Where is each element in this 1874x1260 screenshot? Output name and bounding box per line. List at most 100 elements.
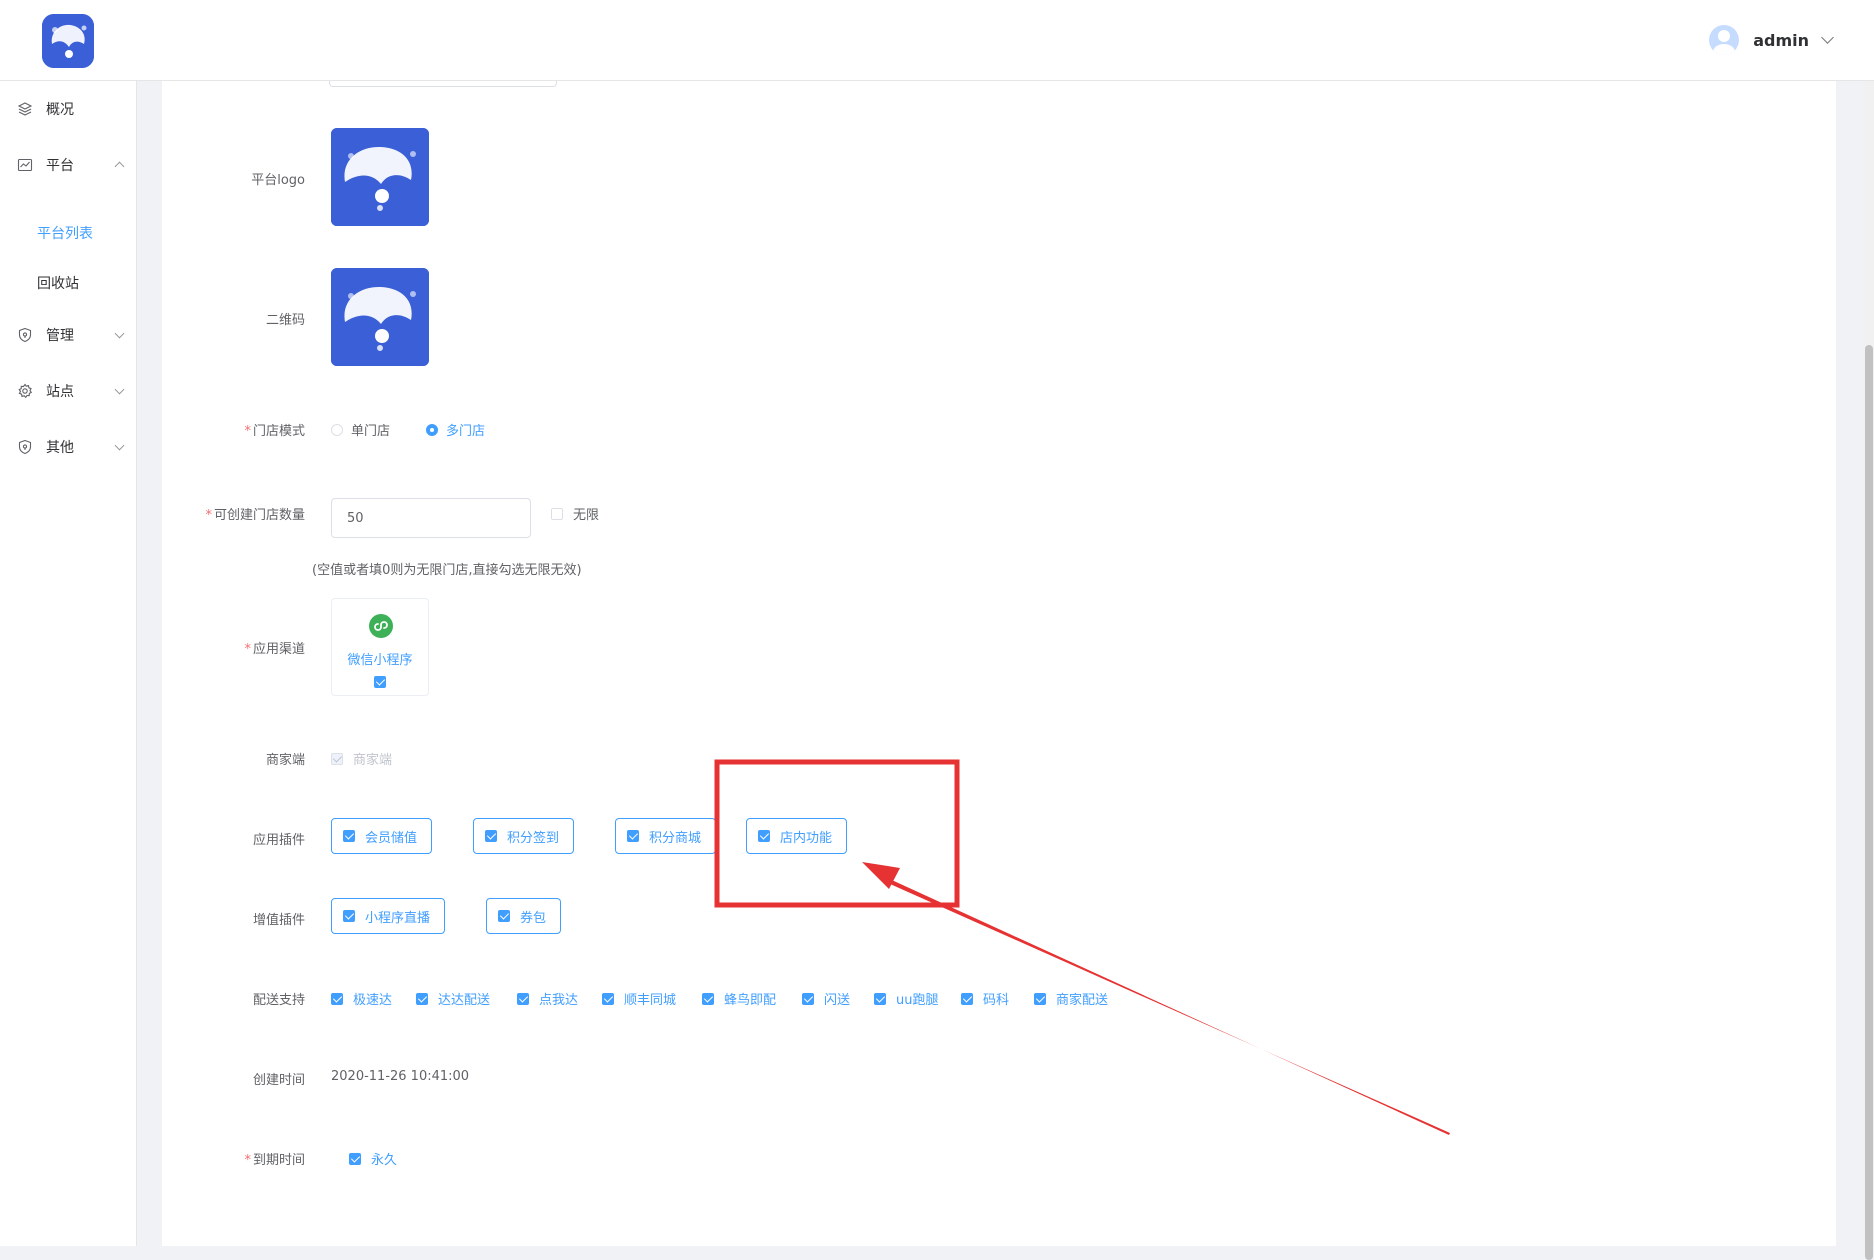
radio-label: 单门店 <box>351 424 391 439</box>
plugin-in-store-functions[interactable]: 店内功能 <box>746 818 848 854</box>
main-content: 平台logo 二维码 * 门店模式 单门店 多门店 * 可创建门店数量 50 无… <box>162 72 1836 1246</box>
radio-circle <box>331 423 343 436</box>
checkbox-box <box>961 992 973 1005</box>
required-mark: * <box>244 424 251 439</box>
chevron-down-icon <box>114 328 125 338</box>
checkbox-box <box>517 992 529 1005</box>
checkbox-box <box>416 992 428 1005</box>
checkbox-label: 无限 <box>573 508 600 523</box>
plugin-label: 积分商城 <box>649 830 702 846</box>
checkbox-box <box>343 830 355 842</box>
delivery-option[interactable]: 码科 <box>961 989 1009 1008</box>
radio-single-store[interactable]: 单门店 <box>331 420 390 439</box>
field-label: * 到期时间 <box>244 1149 305 1168</box>
sidebar-item-label: 站点 <box>46 384 74 400</box>
user-menu[interactable]: admin <box>1709 24 1834 56</box>
app-logo[interactable] <box>42 14 94 68</box>
checkbox-label: 商家端 <box>353 753 393 768</box>
channel-checkbox[interactable] <box>374 676 386 688</box>
checkbox-box <box>485 830 497 842</box>
delivery-option[interactable]: 闪送 <box>802 989 850 1008</box>
plugin-label: 店内功能 <box>780 830 833 846</box>
delivery-option[interactable]: 顺丰同城 <box>602 989 676 1008</box>
scrollbar-thumb[interactable] <box>1865 345 1873 1260</box>
sidebar-item-site[interactable]: 站点 <box>0 371 136 411</box>
field-label: * 门店模式 <box>244 420 305 439</box>
avatar <box>1709 25 1740 55</box>
sidebar-item-other[interactable]: 其他 <box>0 427 136 467</box>
delivery-option[interactable]: 蜂鸟即配 <box>702 989 776 1008</box>
required-mark: * <box>205 508 212 523</box>
checkbox-label: 永久 <box>371 1153 398 1168</box>
field-label: 平台logo <box>251 173 305 188</box>
field-label: 二维码 <box>265 313 305 328</box>
checkbox-box <box>343 910 355 922</box>
shield-icon <box>17 439 33 455</box>
sidebar-item-label: 平台 <box>46 158 74 174</box>
store-count-input[interactable] <box>331 498 531 538</box>
plugin-label: 券包 <box>520 910 547 926</box>
chevron-down-icon <box>1821 31 1834 44</box>
delivery-label: 商家配送 <box>1056 993 1109 1008</box>
merchant-checkbox: 商家端 <box>331 749 392 768</box>
delivery-option[interactable]: 达达配送 <box>416 989 490 1008</box>
checkbox-box <box>874 992 886 1005</box>
sidebar-item-label: 概况 <box>46 102 74 118</box>
delivery-option[interactable]: 极速达 <box>331 989 392 1008</box>
page-scrollbar[interactable] <box>1864 80 1874 1260</box>
plugin-label: 积分签到 <box>507 830 560 846</box>
checkbox-box <box>702 992 714 1005</box>
plugin-label: 小程序直播 <box>365 910 431 926</box>
sidebar: 概况 平台 平台列表 回收站 管理 站点 其他 <box>0 80 137 1246</box>
layers-icon <box>17 101 33 117</box>
shield-icon <box>17 327 33 343</box>
chevron-down-icon <box>114 440 125 450</box>
plugin-member-stored-value[interactable]: 会员储值 <box>331 818 433 854</box>
delivery-label: 极速达 <box>353 993 393 1008</box>
wechat-miniprogram-icon <box>369 614 393 638</box>
sidebar-subitem-recycle-bin[interactable]: 回收站 <box>37 273 79 293</box>
plugin-points-checkin[interactable]: 积分签到 <box>473 818 575 854</box>
plugin-miniprogram-live[interactable]: 小程序直播 <box>331 898 446 934</box>
gear-icon <box>17 383 33 399</box>
line-chart-icon <box>17 157 33 173</box>
chevron-up-icon <box>114 161 125 172</box>
field-label-text: 门店模式 <box>252 424 305 439</box>
checkbox-box <box>758 830 770 842</box>
delivery-label: 蜂鸟即配 <box>724 993 777 1008</box>
field-label-text: 应用渠道 <box>252 642 305 657</box>
radio-multi-store[interactable]: 多门店 <box>426 420 485 439</box>
field-label: 增值插件 <box>252 913 305 928</box>
sidebar-item-manage[interactable]: 管理 <box>0 315 136 355</box>
delivery-option[interactable]: 点我达 <box>517 989 578 1008</box>
checkbox-box <box>331 992 343 1005</box>
platform-logo-image[interactable] <box>331 128 429 226</box>
store-count-hint: (空值或者填0则为无限门店,直接勾选无限无效) <box>312 563 582 578</box>
qrcode-image[interactable] <box>331 268 429 366</box>
delivery-label: 闪送 <box>824 993 851 1008</box>
delivery-option[interactable]: uu跑腿 <box>874 989 938 1008</box>
required-mark: * <box>244 642 251 657</box>
delivery-label: 码科 <box>983 993 1010 1008</box>
channel-card-wechat-miniprogram[interactable]: 微信小程序 <box>331 598 429 696</box>
sidebar-subitem-platform-list[interactable]: 平台列表 <box>37 223 93 243</box>
required-mark: * <box>244 1153 251 1168</box>
delivery-option[interactable]: 商家配送 <box>1034 989 1108 1008</box>
chevron-down-icon <box>114 384 125 394</box>
field-label: 商家端 <box>265 753 305 768</box>
permanent-checkbox[interactable]: 永久 <box>349 1149 397 1168</box>
plugin-coupon-pack[interactable]: 券包 <box>486 898 562 934</box>
plugin-points-mall[interactable]: 积分商城 <box>615 818 717 854</box>
unlimited-checkbox[interactable]: 无限 <box>551 504 599 523</box>
sidebar-item-overview[interactable]: 概况 <box>0 89 136 129</box>
created-time-value: 2020-11-26 10:41:00 <box>331 1069 470 1084</box>
sidebar-item-platform[interactable]: 平台 <box>0 145 136 185</box>
checkbox-box <box>627 830 639 842</box>
delivery-label: 达达配送 <box>438 993 491 1008</box>
checkbox-box <box>1034 992 1046 1005</box>
checkbox-box <box>802 992 814 1005</box>
field-label-text: 到期时间 <box>252 1153 305 1168</box>
checkbox-box <box>602 992 614 1005</box>
plugin-label: 会员储值 <box>365 830 418 846</box>
delivery-label: 点我达 <box>539 993 579 1008</box>
